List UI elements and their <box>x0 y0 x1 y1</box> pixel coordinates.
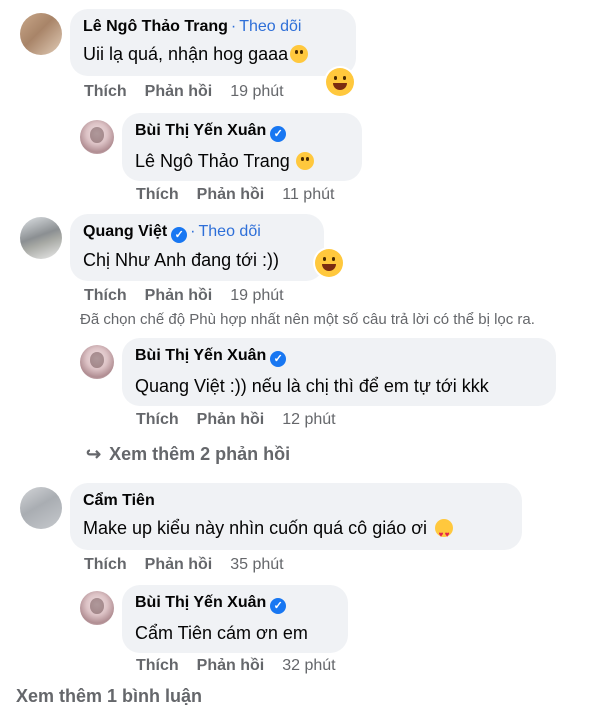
reply-button[interactable]: Phản hồi <box>197 657 265 674</box>
verified-badge-icon: ✓ <box>270 598 287 614</box>
comment-actions: Thích Phản hồi 35 phút <box>84 556 302 574</box>
comment-time[interactable]: 32 phút <box>282 657 335 674</box>
view-more-replies-label: Xem thêm 2 phản hồi <box>109 444 291 464</box>
view-more-comments-label: Xem thêm 1 bình luận <box>16 686 203 706</box>
comment-author[interactable]: Bùi Thị Yến Xuân <box>135 347 266 364</box>
reply-bubble: Bùi Thị Yến Xuân ✓ Cẩm Tiên cám ơn em <box>122 585 348 653</box>
comment-text: :)) nếu là chị thì để em tự tới kkk <box>229 376 489 396</box>
heart-eyes-emoji-icon <box>435 519 454 548</box>
avatar[interactable] <box>80 591 114 625</box>
avatar[interactable] <box>80 120 114 154</box>
reply-button[interactable]: Phản hồi <box>145 556 213 573</box>
reply-button[interactable]: Phản hồi <box>197 411 265 428</box>
view-more-comments-link[interactable]: Xem thêm 1 bình luận <box>16 686 202 707</box>
follow-link[interactable]: Theo dõi <box>239 18 301 35</box>
comment-actions: Thích Phản hồi 19 phút <box>84 287 302 305</box>
comment-time[interactable]: 12 phút <box>282 411 335 428</box>
grinning-squint-emoji-icon <box>290 45 309 63</box>
reply-button[interactable]: Phản hồi <box>145 287 213 304</box>
comment-author[interactable]: Bùi Thị Yến Xuân <box>135 594 266 611</box>
comment-actions: Thích Phản hồi 12 phút <box>136 411 354 429</box>
verified-badge-icon: ✓ <box>171 227 188 243</box>
comment-time[interactable]: 35 phút <box>230 556 283 573</box>
comment-actions: Thích Phản hồi 32 phút <box>136 657 354 675</box>
avatar[interactable] <box>20 217 62 259</box>
like-button[interactable]: Thích <box>84 556 127 573</box>
comment-text: cám ơn em <box>217 623 308 643</box>
like-button[interactable]: Thích <box>136 186 179 203</box>
comment-text: Chị Như Anh đang tới :)) <box>83 250 279 270</box>
laughing-reaction-icon[interactable] <box>315 249 343 277</box>
comment-author[interactable]: Quang Việt <box>83 223 167 240</box>
comment-time[interactable]: 19 phút <box>230 287 283 304</box>
like-button[interactable]: Thích <box>84 287 127 304</box>
avatar[interactable] <box>20 13 62 55</box>
grinning-squint-emoji-icon <box>295 152 314 170</box>
reply-bubble: Bùi Thị Yến Xuân ✓ Quang Việt :)) nếu là … <box>122 338 556 406</box>
comment-time[interactable]: 11 phút <box>282 186 334 203</box>
mention-link[interactable]: Lê Ngô Thảo Trang <box>135 151 290 171</box>
mention-link[interactable]: Quang Việt <box>135 376 225 396</box>
like-button[interactable]: Thích <box>136 411 179 428</box>
comment-actions: Thích Phản hồi 11 phút <box>136 186 352 204</box>
reply-button[interactable]: Phản hồi <box>197 186 265 203</box>
laughing-reaction-icon[interactable] <box>326 68 354 96</box>
view-more-replies-link[interactable]: ↪ Xem thêm 2 phản hồi <box>86 444 290 465</box>
comment-actions: Thích Phản hồi 19 phút <box>84 83 302 101</box>
comment-bubble: Lê Ngô Thảo Trang · Theo dõi Uii lạ quá, n… <box>70 9 356 76</box>
comment-bubble: Quang Việt ✓ · Theo dõi Chị Như Anh đang tớ… <box>70 214 324 281</box>
comment-author[interactable]: Lê Ngô Thảo Trang <box>83 18 228 35</box>
comment-text: Make up kiểu này nhìn cuốn quá cô giáo ơ… <box>83 518 428 538</box>
verified-badge-icon: ✓ <box>270 126 287 142</box>
like-button[interactable]: Thích <box>136 657 179 674</box>
comment-bubble: Cẩm Tiên Make up kiểu này nhìn cuốn quá … <box>70 483 522 550</box>
filter-notice: Đã chọn chế độ Phù hợp nhất nên một số c… <box>80 311 535 328</box>
avatar[interactable] <box>80 345 114 379</box>
comment-author[interactable]: Cẩm Tiên <box>83 492 155 509</box>
reply-bubble: Bùi Thị Yến Xuân ✓ Lê Ngô Thảo Trang <box>122 113 362 181</box>
verified-badge-icon: ✓ <box>270 351 287 367</box>
avatar[interactable] <box>20 487 62 529</box>
comment-author[interactable]: Bùi Thị Yến Xuân <box>135 122 266 139</box>
reply-arrow-icon: ↪ <box>86 444 102 464</box>
like-button[interactable]: Thích <box>84 83 127 100</box>
follow-link[interactable]: Theo dõi <box>199 223 261 240</box>
comment-time[interactable]: 19 phút <box>230 83 283 100</box>
comment-text: Uii lạ quá, nhận hog gaaa <box>83 44 289 64</box>
mention-link[interactable]: Cẩm Tiên <box>135 623 212 643</box>
reply-button[interactable]: Phản hồi <box>145 83 213 100</box>
